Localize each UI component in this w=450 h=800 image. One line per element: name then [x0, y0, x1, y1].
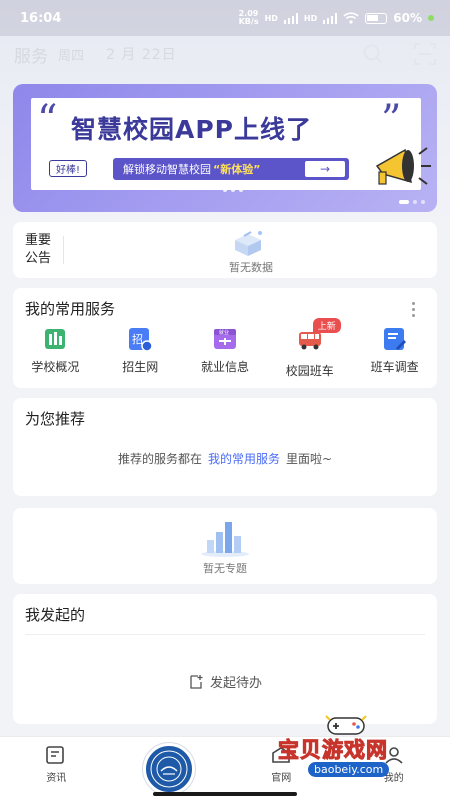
network-speed: 2.09 KB/s [238, 9, 259, 26]
open-quote: “ [37, 97, 58, 143]
watermark: 宝贝游戏网 baobeiy.com [268, 712, 428, 782]
svg-text:招: 招 [132, 332, 143, 346]
tab-news[interactable]: 资讯 [0, 737, 113, 800]
promo-banner[interactable]: “ 智慧校园APP上线了 ” 好棒! 解锁移动智慧校园 “新体验” → [13, 84, 437, 212]
scan-icon[interactable] [414, 43, 436, 65]
services-row: 学校概况 招 招生网 就业 就业信息 上新 校园班车 班车调查 [13, 318, 437, 379]
survey-icon [383, 328, 406, 350]
recommend-card: 为您推荐 推荐的服务都在 我的常用服务 里面啦~ [13, 398, 437, 496]
watermark-url: baobeiy.com [308, 762, 390, 777]
service-label: 校园班车 [285, 364, 334, 378]
signal-bars-icon [283, 12, 298, 24]
megaphone-icon [375, 147, 431, 185]
page-title: 服务 [14, 46, 48, 67]
services-title: 我的常用服务 [25, 300, 116, 318]
signal-bars-icon [323, 12, 338, 24]
notice-card[interactable]: 重要 公告 暂无数据 [13, 222, 437, 278]
signal-hd-2: HD [303, 13, 318, 23]
divider [63, 236, 64, 264]
battery-icon [365, 12, 388, 24]
add-document-icon [190, 674, 203, 689]
service-bus-survey[interactable]: 班车调查 [352, 326, 437, 379]
more-icon[interactable] [412, 302, 415, 317]
status-indicators: 2.09 KB/s HD HD 60% [239, 10, 434, 26]
service-label: 班车调查 [370, 360, 419, 374]
banner-dots [223, 188, 243, 192]
service-label: 学校概况 [31, 360, 80, 374]
topics-card: 暂无专题 [13, 508, 437, 584]
school-emblem-icon [142, 743, 195, 795]
title-actions [362, 43, 436, 65]
service-label: 就业信息 [200, 360, 249, 374]
search-icon[interactable] [362, 43, 384, 65]
recommend-text: 推荐的服务都在 我的常用服务 里面啦~ [117, 452, 333, 466]
status-bar: 16:04 2.09 KB/s HD HD 60% [0, 0, 450, 36]
service-school-overview[interactable]: 学校概况 [13, 326, 98, 379]
enrollment-icon: 招 [129, 328, 153, 352]
cta-highlight: “新体验” [213, 163, 261, 176]
watermark-text: 宝贝游戏网 [278, 738, 388, 763]
service-employment[interactable]: 就业 就业信息 [183, 326, 268, 379]
news-icon [46, 746, 65, 764]
banner-title: 智慧校园APP上线了 [71, 115, 312, 144]
signal-hd-1: HD [264, 13, 278, 23]
create-todo-button[interactable]: 发起待办 [13, 672, 437, 691]
recommend-title: 为您推荐 [25, 410, 86, 428]
tab-home[interactable] [113, 737, 226, 800]
new-badge: 上新 [312, 318, 341, 333]
battery-percent: 60% [393, 11, 422, 25]
common-services-link[interactable]: 我的常用服务 [208, 452, 280, 466]
school-building-icon [45, 329, 66, 349]
divider [25, 634, 425, 635]
wifi-icon [343, 12, 359, 24]
close-quote: ” [381, 97, 402, 143]
notice-empty-text: 暂无数据 [229, 261, 273, 274]
date: 2 月 22日 [106, 47, 177, 63]
banner-tag: 好棒! [49, 160, 88, 177]
service-label: 招生网 [122, 360, 159, 374]
employment-icon: 就业 [213, 329, 236, 349]
home-indicator [153, 792, 297, 796]
empty-box-icon [235, 231, 262, 256]
cta-text: 解锁移动智慧校园 [123, 163, 211, 176]
bar-chart-empty-icon [201, 522, 249, 557]
notice-label: 重要 公告 [25, 233, 52, 266]
status-dot [428, 15, 434, 21]
svg-text:就业: 就业 [219, 329, 229, 336]
title-bar: 服务 周四 2 月 22日 [0, 36, 450, 72]
weekday: 周四 [58, 48, 85, 64]
banner-cta-button[interactable]: 解锁移动智慧校园 “新体验” → [113, 158, 349, 180]
common-services-card: 我的常用服务 学校概况 招 招生网 就业 就业信息 上新 校园班车 班车调查 [13, 288, 437, 388]
initiated-card: 我发起的 发起待办 [13, 594, 437, 724]
topics-empty-text: 暂无专题 [203, 562, 247, 575]
banner-pager [399, 200, 425, 204]
status-time: 16:04 [20, 10, 62, 26]
initiated-title: 我发起的 [25, 606, 86, 624]
arrow-right-icon: → [305, 161, 345, 177]
nav-label: 资讯 [46, 773, 67, 784]
service-enrollment[interactable]: 招 招生网 [98, 326, 183, 379]
service-campus-bus[interactable]: 上新 校园班车 [267, 318, 352, 379]
